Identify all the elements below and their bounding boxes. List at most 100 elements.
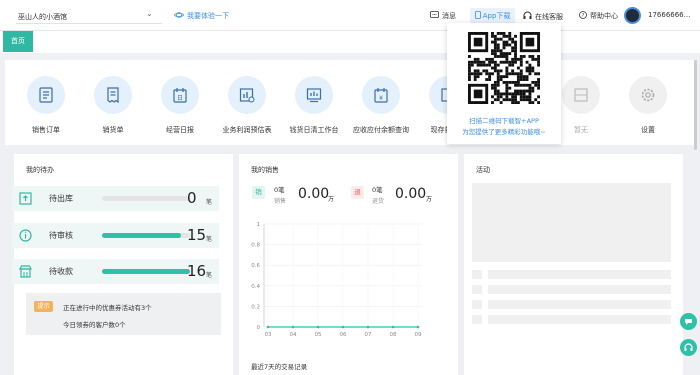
service-float-button[interactable] <box>680 339 697 356</box>
x-tick-label: 06 <box>340 332 347 338</box>
todo-title: 我的待办 <box>26 166 54 174</box>
todo-collection-unit: 笔 <box>206 272 213 279</box>
todo-collection-label: 待收款 <box>49 267 73 276</box>
sales-data-point[interactable] <box>341 325 345 329</box>
quick-daily-report[interactable]: 日 经营日报 <box>150 76 210 135</box>
app-download-popup: 扫描二维码下载智+APP 为您提供了更多精彩功能哦~ <box>447 23 561 144</box>
quick-daily-report-label: 经营日报 <box>166 126 194 134</box>
sales-title: 我的销售 <box>251 166 279 174</box>
sell-count: 0笔 <box>274 186 285 194</box>
daily-report-icon: 日 <box>173 88 187 103</box>
username[interactable]: 17666666... <box>648 11 690 19</box>
todo-review-label: 待审核 <box>49 231 73 240</box>
store-icon <box>19 265 32 278</box>
sell-badge: 销 <box>252 186 265 199</box>
sales-line-chart: 0 0.2 0.4 0.6 0.8 1 03 04 05 06 07 08 09 <box>251 222 422 338</box>
gear-icon <box>641 88 655 102</box>
chat-float-button[interactable] <box>680 313 697 330</box>
todo-review-unit: 笔 <box>206 236 213 243</box>
sell-unit: 万 <box>328 196 335 203</box>
svg-text:日: 日 <box>177 95 183 102</box>
headset-icon <box>523 11 532 19</box>
return-amount: 0.00 <box>395 186 427 202</box>
outbound-icon <box>19 192 32 205</box>
sales-data-point[interactable] <box>266 325 270 329</box>
activity-skeleton-dot <box>472 285 482 294</box>
messages-button[interactable]: 消息 <box>430 11 456 21</box>
quick-sales-receipt-label: 销货单 <box>102 126 124 134</box>
daily-clearing-icon <box>306 88 322 103</box>
todo-item-review[interactable]: 待审核 15 笔 <box>12 223 219 248</box>
todo-outbound-progress <box>102 196 190 201</box>
quick-settings[interactable]: 设置 <box>618 76 678 135</box>
message-icon <box>430 11 439 18</box>
x-tick-label: 09 <box>415 332 422 338</box>
store-underline <box>16 23 162 24</box>
sales-data-point[interactable] <box>316 325 320 329</box>
x-tick-label: 04 <box>290 332 297 338</box>
sales-data-point[interactable] <box>291 325 295 329</box>
return-unit: 万 <box>426 196 433 203</box>
x-tick-label: 05 <box>315 332 322 338</box>
scrollbar-thumb[interactable] <box>694 60 697 150</box>
quick-daily-clearing-label: 钱货日清工作台 <box>289 126 339 134</box>
return-count: 0笔 <box>372 186 383 194</box>
sales-receipt-icon <box>107 87 119 103</box>
try-experience-link[interactable]: 我要体验一下 <box>174 11 229 21</box>
help-center-button[interactable]: ? 帮助中心 <box>579 11 618 21</box>
x-tick-label: 07 <box>365 332 372 338</box>
chevron-down-icon[interactable]: ⌄ <box>146 9 153 18</box>
todo-outbound-unit: 笔 <box>206 199 213 206</box>
app-download-button[interactable]: App下载 <box>470 8 515 24</box>
messages-label: 消息 <box>442 12 456 20</box>
activity-skeleton-line <box>488 300 671 309</box>
todo-item-outbound[interactable]: 待出库 0 笔 <box>12 186 219 211</box>
online-service-button[interactable]: 在线客服 <box>523 11 563 22</box>
activity-skeleton-line <box>488 270 671 279</box>
help-center-label: 帮助中心 <box>590 12 618 20</box>
avatar[interactable] <box>624 7 641 24</box>
activity-skeleton-line <box>488 315 671 324</box>
return-sub-label: 退货 <box>372 198 385 205</box>
notice-line2: 今日领券的客户数0个 <box>63 321 126 329</box>
return-badge: 退 <box>351 186 364 199</box>
y-tick-label: 1 <box>257 222 261 228</box>
quick-sales-receipt[interactable]: 销货单 <box>83 76 143 135</box>
quick-profit-estimate[interactable]: 业务利润预估表 <box>217 76 277 135</box>
todo-collection-progress <box>102 269 190 274</box>
help-icon: ? <box>579 11 587 19</box>
todo-item-collection[interactable]: 待收款 16 笔 <box>12 259 219 284</box>
phone-icon <box>474 11 481 19</box>
quick-sales-order[interactable]: 销售订单 <box>16 76 76 135</box>
planet-icon <box>174 12 184 18</box>
activity-skeleton-banner <box>472 183 671 262</box>
online-service-label: 在线客服 <box>535 13 563 21</box>
sell-sub-label: 销售 <box>274 198 287 205</box>
app-download-label: App下载 <box>482 12 511 20</box>
qr-code-icon <box>468 32 540 104</box>
todo-review-progress <box>102 233 190 238</box>
quick-balance-query[interactable]: ¥ 应收应付余额查询 <box>351 76 411 135</box>
quick-balance-query-label: 应收应付余额查询 <box>353 126 409 134</box>
y-tick-label: 0 <box>257 325 261 331</box>
tab-home[interactable]: 首页 <box>3 31 33 52</box>
tab-bar <box>0 31 700 53</box>
todo-outbound-label: 待出库 <box>49 194 73 203</box>
svg-text:¥: ¥ <box>379 95 383 102</box>
activity-skeleton-dot <box>472 300 482 309</box>
sales-data-point[interactable] <box>416 325 420 329</box>
headset-icon <box>684 343 693 351</box>
todo-collection-count: 16 <box>187 262 207 280</box>
notice-tag: 提示 <box>34 301 53 312</box>
qr-caption-line2: 为您提供了更多精彩功能哦~ <box>462 128 546 136</box>
y-tick-label: 0.4 <box>251 284 260 290</box>
sell-amount: 0.00 <box>298 186 330 202</box>
review-icon <box>19 229 32 242</box>
y-tick-label: 0.6 <box>251 263 260 269</box>
quick-daily-clearing[interactable]: 钱货日清工作台 <box>284 76 344 135</box>
activity-skeleton-dot <box>472 270 482 279</box>
y-tick-label: 0.8 <box>251 243 260 249</box>
sales-data-point[interactable] <box>366 325 370 329</box>
store-selector[interactable]: 巫山人的小酒馆 <box>18 12 67 22</box>
sales-data-point[interactable] <box>391 325 395 329</box>
